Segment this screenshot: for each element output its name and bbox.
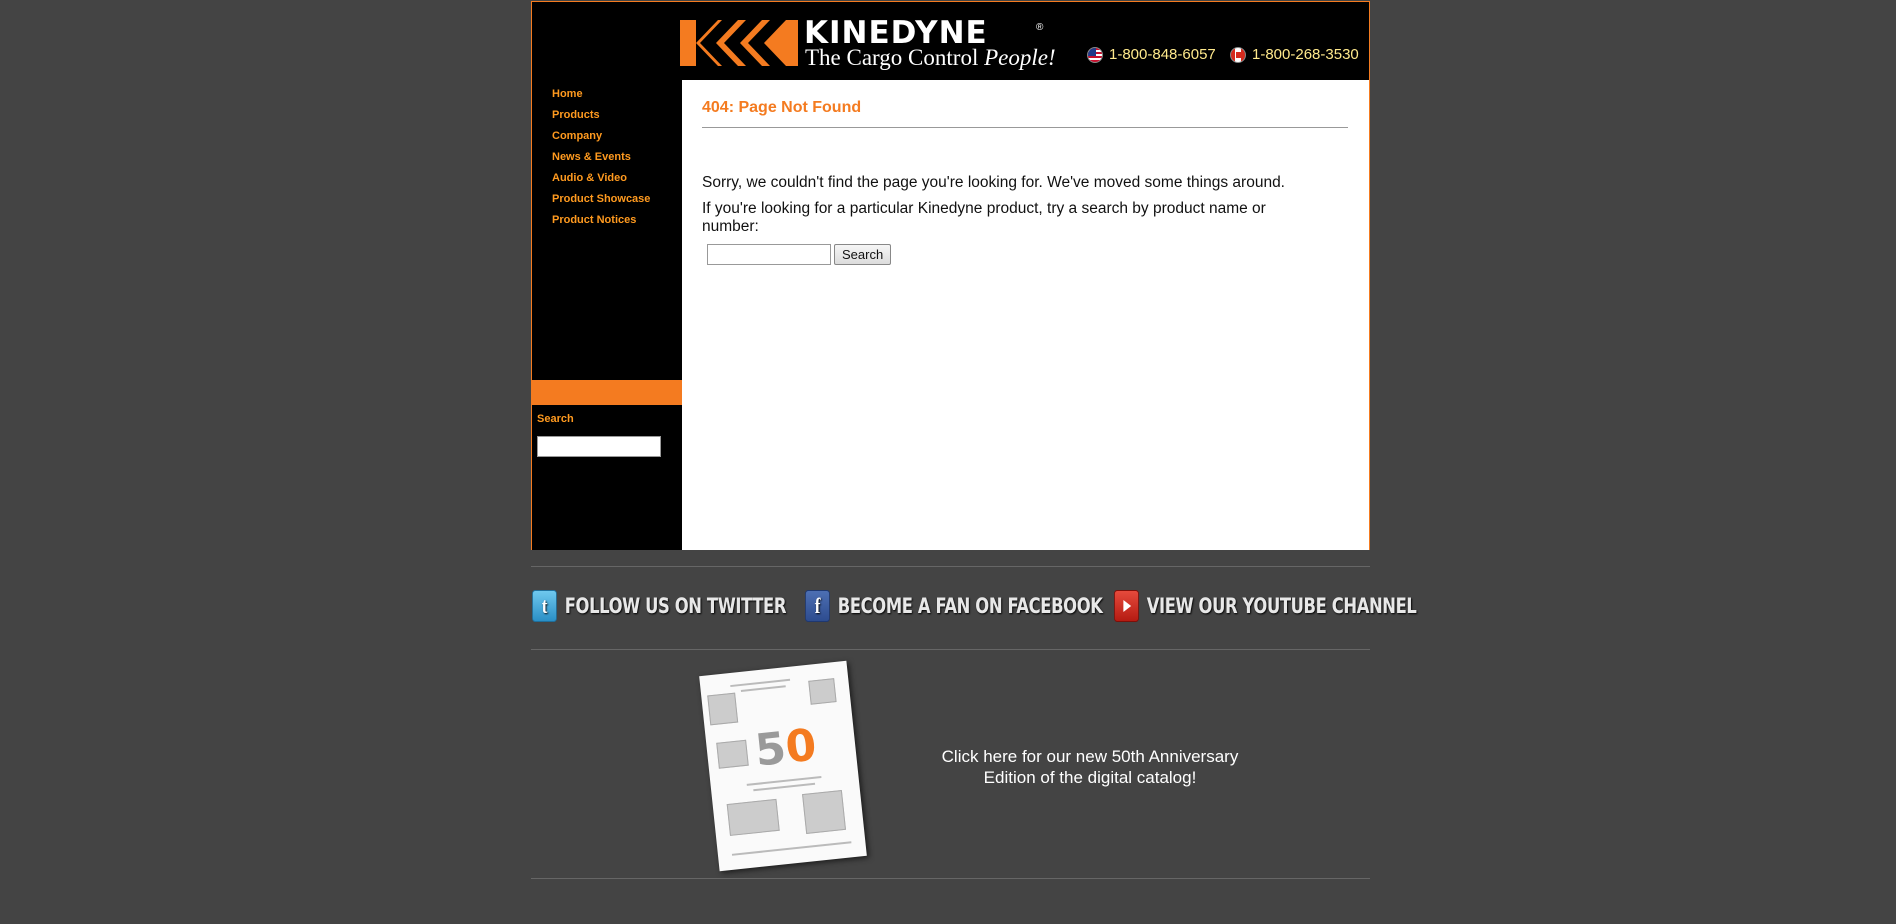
cover-0: 0 (783, 719, 819, 774)
content-search-input[interactable] (707, 244, 831, 265)
cover-photo (726, 798, 780, 836)
catalog-link[interactable]: Click here for our new 50th Anniversary … (930, 746, 1250, 788)
phone-canada: 1-800-268-3530 (1230, 46, 1359, 63)
twitter-icon: t (532, 590, 557, 622)
sidebar: Home Products Company News & Events Audi… (532, 80, 682, 550)
search-hint-message: If you're looking for a particular Kined… (702, 200, 1266, 235)
nav-item-home[interactable]: Home (552, 84, 650, 105)
phone-ca-number: 1-800-268-3530 (1252, 46, 1359, 63)
sidebar-search-label: Search (537, 413, 574, 425)
facebook-icon: f (805, 590, 830, 622)
catalog-cover-image[interactable]: 50 (699, 660, 867, 872)
footer-divider-middle (531, 649, 1370, 650)
cover-photo (707, 692, 739, 726)
tagline-italic: People! (984, 45, 1056, 70)
page-title: 404: Page Not Found (702, 99, 862, 116)
cover-photo (808, 678, 837, 705)
title-divider (702, 127, 1348, 128)
search-button[interactable]: Search (834, 244, 892, 265)
not-found-message: Sorry, we couldn't find the page you're … (702, 174, 1285, 191)
facebook-link[interactable]: f BECOME A FAN ON FACEBOOK (805, 590, 1103, 622)
canada-flag-icon (1230, 46, 1246, 63)
youtube-link[interactable]: VIEW OUR YOUTUBE CHANNEL (1114, 590, 1417, 622)
main-nav: Home Products Company News & Events Audi… (552, 84, 650, 231)
nav-item-product-showcase[interactable]: Product Showcase (552, 189, 650, 210)
page-frame: KINEDYNE ® The Cargo Control People! 1-8… (531, 1, 1370, 550)
facebook-link-label: BECOME A FAN ON FACEBOOK (837, 594, 1103, 618)
twitter-link[interactable]: t FOLLOW US ON TWITTER (532, 590, 786, 622)
sidebar-search-input[interactable] (537, 436, 661, 457)
logo-tagline: The Cargo Control People! (805, 45, 1056, 71)
nav-item-audio-video[interactable]: Audio & Video (552, 168, 650, 189)
kinedyne-logo[interactable]: KINEDYNE ® The Cargo Control People! (680, 15, 1056, 73)
site-header: KINEDYNE ® The Cargo Control People! 1-8… (532, 2, 1369, 80)
kinedyne-logo-mark-icon (680, 20, 798, 66)
youtube-link-label: VIEW OUR YOUTUBE CHANNEL (1146, 594, 1417, 618)
youtube-icon (1114, 590, 1139, 622)
cover-50-graphic: 50 (753, 720, 819, 777)
footer-divider-bottom (531, 878, 1370, 879)
sidebar-divider-bar (532, 380, 682, 405)
twitter-link-label: FOLLOW US ON TWITTER (564, 594, 787, 618)
nav-item-product-notices[interactable]: Product Notices (552, 210, 650, 231)
us-flag-icon (1087, 46, 1103, 63)
cover-photo (716, 739, 749, 769)
tagline-plain: The Cargo Control (805, 45, 985, 70)
nav-item-products[interactable]: Products (552, 105, 650, 126)
phone-us: 1-800-848-6057 (1087, 46, 1216, 63)
footer-divider-top (531, 566, 1370, 567)
cover-photo (802, 789, 847, 834)
nav-item-news-events[interactable]: News & Events (552, 147, 650, 168)
phone-us-number: 1-800-848-6057 (1109, 46, 1216, 63)
cover-decoration (731, 841, 852, 856)
cover-decoration (740, 685, 786, 692)
nav-item-company[interactable]: Company (552, 126, 650, 147)
content-search-form: Search (707, 244, 892, 265)
play-icon (1123, 600, 1132, 612)
main-content: 404: Page Not Found Sorry, we couldn't f… (682, 80, 1369, 550)
registered-mark: ® (1036, 22, 1044, 33)
